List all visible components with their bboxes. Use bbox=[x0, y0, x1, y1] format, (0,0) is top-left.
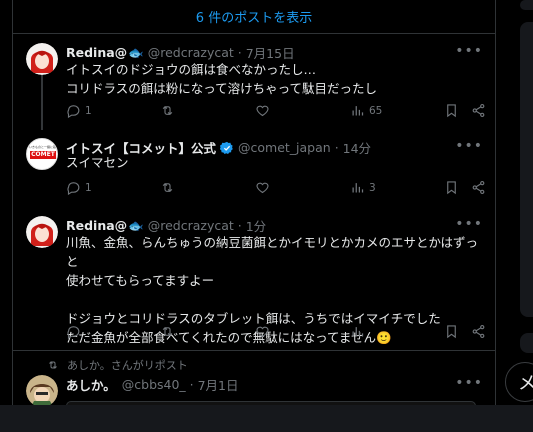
post-2[interactable]: いきものと一緒に暮らそう COMET イトスイ【コメット】公式 @comet_j… bbox=[13, 130, 495, 206]
display-name[interactable]: Redina@ bbox=[66, 218, 127, 233]
fish-emoji-icon: 🐟 bbox=[128, 44, 144, 60]
more-options-icon[interactable]: ••• bbox=[455, 216, 483, 232]
like-button[interactable] bbox=[255, 180, 274, 195]
post-1[interactable]: Redina@ 🐟 @redcrazycat · 7月15日 ••• イトスイの… bbox=[13, 35, 495, 130]
repost-icon bbox=[49, 361, 57, 369]
like-button[interactable] bbox=[255, 103, 274, 118]
action-bar: 1 65 bbox=[66, 103, 491, 121]
share-icon bbox=[472, 181, 485, 194]
more-options-icon[interactable]: ••• bbox=[455, 138, 483, 154]
share-button[interactable] bbox=[471, 180, 486, 195]
bottom-bar bbox=[0, 405, 533, 432]
views-button[interactable]: 3 bbox=[350, 180, 376, 195]
heart-icon bbox=[256, 326, 269, 338]
repost-button[interactable] bbox=[160, 180, 179, 195]
reply-icon bbox=[67, 105, 80, 118]
right-pane-card bbox=[520, 0, 533, 10]
display-name[interactable]: あしか。 bbox=[66, 375, 116, 394]
reply-icon bbox=[67, 326, 80, 339]
views-button[interactable] bbox=[350, 324, 369, 339]
show-more-posts-link[interactable]: 6 件のポストを表示 bbox=[13, 0, 495, 34]
post-header: あしか。 @cbbs40_ · 7月1日 bbox=[66, 375, 239, 394]
bookmark-icon bbox=[447, 181, 456, 195]
views-chart-icon bbox=[352, 106, 364, 116]
display-name[interactable]: Redina@ bbox=[66, 45, 127, 60]
views-button[interactable]: 65 bbox=[350, 103, 382, 118]
thread-line bbox=[41, 75, 43, 130]
avatar[interactable] bbox=[26, 216, 58, 248]
handle[interactable]: @redcrazycat bbox=[148, 45, 234, 60]
repost-icon bbox=[162, 326, 173, 337]
repost-button[interactable] bbox=[160, 324, 179, 339]
fish-emoji-icon: 🐟 bbox=[128, 217, 144, 233]
views-chart-icon bbox=[352, 183, 364, 193]
views-count: 65 bbox=[369, 104, 383, 117]
timestamp[interactable]: 7月1日 bbox=[198, 375, 239, 394]
right-pane-card bbox=[520, 22, 533, 317]
timeline-column: 6 件のポストを表示 Redina@ 🐟 @redcrazycat · 7月15… bbox=[12, 0, 496, 405]
repost-label[interactable]: あしか。さんがリポスト bbox=[67, 357, 188, 373]
reply-button[interactable]: 1 bbox=[66, 180, 92, 195]
separator-dot: · bbox=[233, 45, 246, 60]
messages-fab-button[interactable]: メ bbox=[505, 362, 533, 402]
views-chart-icon bbox=[352, 327, 364, 337]
bookmark-button[interactable] bbox=[444, 103, 459, 118]
bookmark-button[interactable] bbox=[444, 324, 459, 339]
bookmark-icon bbox=[447, 104, 456, 118]
brand-avatar[interactable]: いきものと一緒に暮らそう COMET bbox=[26, 138, 58, 170]
reply-icon bbox=[67, 182, 80, 195]
more-options-icon[interactable]: ••• bbox=[455, 375, 483, 391]
reply-button[interactable]: 1 bbox=[66, 103, 92, 118]
repost-indicator: あしか。さんがリポスト bbox=[47, 357, 188, 373]
reply-count: 1 bbox=[85, 104, 92, 117]
share-icon bbox=[472, 104, 485, 117]
avatar-tagline: いきものと一緒に暮らそう bbox=[29, 145, 57, 149]
share-icon bbox=[472, 325, 485, 338]
more-options-icon[interactable]: ••• bbox=[455, 43, 483, 59]
repost-button[interactable] bbox=[160, 103, 179, 118]
bookmark-icon bbox=[447, 325, 456, 339]
post-3[interactable]: Redina@ 🐟 @redcrazycat · 1分 ••• 川魚、金魚、らん… bbox=[13, 208, 495, 348]
handle[interactable]: @redcrazycat bbox=[148, 218, 234, 233]
repost-icon bbox=[162, 182, 173, 193]
share-button[interactable] bbox=[471, 324, 486, 339]
comet-logo: COMET bbox=[30, 151, 56, 159]
handle[interactable]: @cbbs40_ bbox=[122, 377, 186, 392]
separator-dot: · bbox=[185, 377, 198, 392]
heart-icon bbox=[256, 182, 269, 194]
post-text: イトスイのドジョウの餌は食べなかったし… コリドラスの餌は粉になって溶けちゃって… bbox=[66, 62, 378, 96]
views-count: 3 bbox=[369, 181, 376, 194]
right-pane-card bbox=[520, 333, 533, 353]
post-4[interactable]: あしか。さんがリポスト あしか。 @cbbs40_ · 7月1日 ••• bbox=[13, 351, 495, 405]
repost-icon bbox=[162, 105, 173, 116]
heart-icon bbox=[256, 105, 269, 117]
avatar[interactable] bbox=[26, 43, 58, 75]
like-button[interactable] bbox=[255, 324, 274, 339]
avatar[interactable] bbox=[26, 375, 58, 405]
action-bar bbox=[66, 324, 491, 342]
bookmark-button[interactable] bbox=[444, 180, 459, 195]
reply-button[interactable] bbox=[66, 324, 85, 339]
separator-dot: · bbox=[233, 218, 246, 233]
reply-count: 1 bbox=[85, 181, 92, 194]
post-text: スイマセン bbox=[66, 155, 129, 170]
share-button[interactable] bbox=[471, 103, 486, 118]
action-bar: 1 3 bbox=[66, 180, 491, 198]
